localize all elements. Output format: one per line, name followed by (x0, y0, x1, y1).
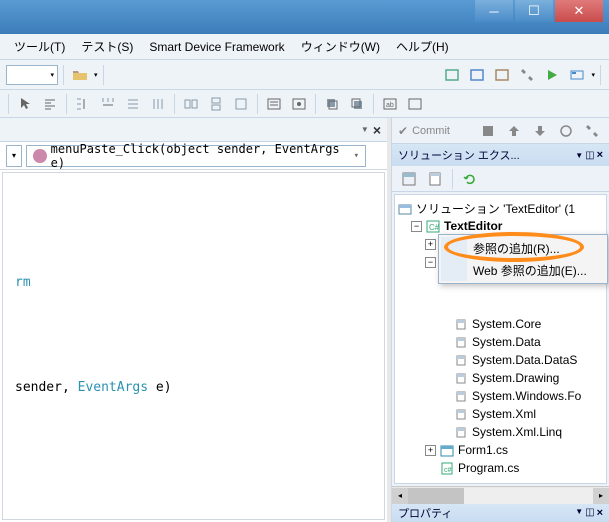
expand-references[interactable]: − (425, 257, 436, 268)
fmt-order2[interactable] (346, 93, 368, 115)
menu-help[interactable]: ヘルプ(H) (388, 35, 457, 58)
reference-icon (453, 425, 469, 439)
expand-project[interactable]: − (411, 221, 422, 232)
menu-test[interactable]: テスト(S) (73, 35, 141, 58)
svg-text:C#: C# (429, 223, 440, 232)
window-maximize-button[interactable]: ☐ (515, 0, 553, 22)
panel-dropdown-icon[interactable]: ▼ (575, 151, 583, 160)
fmt-text4[interactable] (404, 93, 426, 115)
editor-close-button[interactable]: × (373, 122, 381, 138)
fmt-text2[interactable] (288, 93, 310, 115)
context-menu: 参照の追加(R)... Web 参照の追加(E)... (438, 234, 608, 284)
commit-label: Commit (412, 125, 450, 137)
menu-sdf[interactable]: Smart Device Framework (141, 37, 292, 57)
ref-label: System.Windows.Fo (472, 389, 581, 403)
solution-icon (397, 201, 413, 215)
editor-area: ▼ × ▾ menuPaste_Click(object sender, Eve… (0, 118, 391, 522)
breadcrumb-member-combo[interactable]: menuPaste_Click(object sender, EventArgs… (26, 145, 366, 167)
fmt-text1[interactable] (263, 93, 285, 115)
sol-showall-button[interactable] (424, 168, 446, 190)
fmt-b7[interactable] (230, 93, 252, 115)
window-minimize-button[interactable]: ─ (475, 0, 513, 22)
fmt-b1[interactable] (72, 93, 94, 115)
prop-dropdown-icon[interactable]: ▼ (575, 507, 583, 519)
reference-icon (453, 353, 469, 367)
commit-b2[interactable] (503, 120, 525, 142)
tree-scrollbar-horizontal[interactable]: ◂ ▸ (392, 486, 609, 504)
commit-b1[interactable] (477, 120, 499, 142)
solution-explorer-title: ソリューション エクス... (398, 147, 575, 163)
ref-label: System.Drawing (472, 371, 559, 385)
reference-icon (453, 371, 469, 385)
form-icon (439, 443, 455, 457)
window-close-button[interactable]: ✕ (555, 0, 603, 22)
scroll-left-button[interactable]: ◂ (392, 488, 408, 504)
menu-window[interactable]: ウィンドウ(W) (293, 35, 388, 58)
context-add-web-reference[interactable]: Web 参照の追加(E)... (441, 259, 605, 281)
reference-icon (453, 335, 469, 349)
scroll-right-button[interactable]: ▸ (593, 488, 609, 504)
config-combo[interactable]: ▾ (6, 65, 58, 85)
code-editor[interactable]: rm sender, EventArgs e) (2, 172, 385, 520)
window-titlebar: ─ ☐ ✕ (0, 0, 609, 34)
ref-label: System.Data.DataS (472, 353, 577, 367)
toolbar-btn-2[interactable] (466, 64, 488, 86)
form-label: Form1.cs (458, 443, 508, 457)
breadcrumb-class-combo[interactable]: ▾ (6, 145, 22, 167)
panel-close-icon[interactable]: × (597, 149, 603, 161)
solution-explorer-panel: ✔ Commit ソリューション エクス... ▼ ◫ × (391, 118, 609, 522)
ref-label: System.Xml.Linq (472, 425, 562, 439)
scroll-thumb[interactable] (408, 488, 464, 504)
reference-icon (453, 317, 469, 331)
fmt-align-left[interactable] (39, 93, 61, 115)
reference-icon (453, 407, 469, 421)
expand-properties[interactable]: + (425, 239, 436, 250)
svg-text:ab: ab (386, 102, 394, 109)
fmt-b3[interactable] (122, 93, 144, 115)
breadcrumb-method-label: menuPaste_Click(object sender, EventArgs… (51, 142, 354, 170)
toolbar-btn-tools[interactable] (516, 64, 538, 86)
format-toolbar: ab (0, 90, 609, 118)
method-icon (33, 149, 47, 163)
toolbar-btn-1[interactable] (441, 64, 463, 86)
fmt-order1[interactable] (321, 93, 343, 115)
fmt-text3[interactable]: ab (379, 93, 401, 115)
fmt-b4[interactable] (147, 93, 169, 115)
sol-properties-button[interactable] (398, 168, 420, 190)
solution-root-label: ソリューション 'TextEditor' (1 (416, 200, 575, 217)
commit-b4[interactable] (555, 120, 577, 142)
context-add-reference[interactable]: 参照の追加(R)... (441, 237, 605, 259)
main-toolbar: ▾ ▾ ▾ (0, 60, 609, 90)
svg-text:c#: c# (444, 467, 452, 474)
commit-b3[interactable] (529, 120, 551, 142)
menu-tools[interactable]: ツール(T) (6, 35, 73, 58)
toolbar-btn-run[interactable] (541, 64, 563, 86)
main-menubar: ツール(T) テスト(S) Smart Device Framework ウィン… (0, 34, 609, 60)
editor-dropdown-icon[interactable]: ▼ (361, 125, 369, 134)
program-label: Program.cs (458, 461, 519, 475)
fmt-b5[interactable] (180, 93, 202, 115)
cs-file-icon: c# (439, 461, 455, 475)
project-label: TextEditor (444, 219, 502, 233)
commit-b5[interactable] (581, 120, 603, 142)
open-folder-button[interactable] (69, 64, 91, 86)
toolbar-btn-3[interactable] (491, 64, 513, 86)
commit-check-icon: ✔ (398, 124, 408, 138)
ref-label: System.Data (472, 335, 541, 349)
properties-panel-title: プロパティ (398, 505, 452, 521)
reference-icon (453, 389, 469, 403)
prop-close-icon[interactable]: × (597, 507, 603, 519)
ref-label: System.Xml (472, 407, 536, 421)
fmt-b2[interactable] (97, 93, 119, 115)
toolbar-btn-output[interactable] (566, 64, 588, 86)
csproj-icon: C# (425, 219, 441, 233)
expand-form[interactable]: + (425, 445, 436, 456)
panel-pin-icon[interactable]: ◫ (585, 150, 594, 161)
sol-refresh-button[interactable] (459, 168, 481, 190)
prop-pin-icon[interactable]: ◫ (585, 507, 594, 519)
fmt-pointer[interactable] (14, 93, 36, 115)
ref-label: System.Core (472, 317, 541, 331)
fmt-b6[interactable] (205, 93, 227, 115)
